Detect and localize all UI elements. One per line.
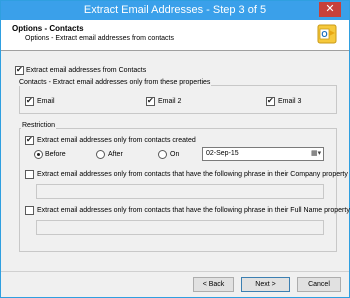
date-picker[interactable]: 02-Sep-15 ▦▾ [202, 147, 324, 161]
back-button[interactable]: < Back [193, 277, 234, 292]
on-radio[interactable] [158, 150, 167, 159]
extract-contacts-checkbox[interactable] [15, 65, 24, 75]
extract-contacts-label: Extract email addresses from Contacts [26, 67, 147, 74]
restriction-group-title: Restriction [21, 122, 57, 129]
email-label: Email [37, 98, 55, 105]
date-value: 02-Sep-15 [206, 150, 239, 157]
company-phrase-label: Extract email addresses only from contac… [37, 171, 348, 178]
page-subtitle: Options - Extract email addresses from c… [25, 35, 174, 42]
close-icon: ✕ [325, 3, 335, 15]
company-phrase-input[interactable] [36, 184, 324, 199]
wizard-header: Options - Contacts Options - Extract ema… [1, 20, 349, 51]
outlook-icon: O [317, 24, 337, 44]
company-phrase-checkbox[interactable] [25, 170, 34, 179]
before-label: Before [45, 151, 66, 158]
fullname-phrase-label: Extract email addresses only from contac… [37, 207, 350, 214]
window-title: Extract Email Addresses - Step 3 of 5 [83, 4, 267, 16]
title-bar: Extract Email Addresses - Step 3 of 5 ✕ [1, 1, 349, 20]
page-title: Options - Contacts [12, 24, 84, 33]
email3-label: Email 3 [278, 98, 302, 105]
calendar-dropdown-icon[interactable]: ▦▾ [311, 150, 321, 158]
email-checkbox[interactable] [25, 96, 34, 106]
email2-label: Email 2 [158, 98, 182, 105]
created-label: Extract email addresses only from contac… [37, 137, 196, 144]
cancel-button[interactable]: Cancel [297, 277, 341, 292]
email2-checkbox[interactable] [146, 96, 155, 106]
created-checkbox[interactable] [25, 135, 34, 145]
svg-text:O: O [321, 30, 327, 39]
close-button[interactable]: ✕ [319, 2, 341, 17]
after-label: After [108, 151, 123, 158]
wizard-window: Extract Email Addresses - Step 3 of 5 ✕ … [0, 0, 350, 298]
before-radio[interactable] [34, 150, 43, 159]
footer-divider [1, 271, 349, 272]
after-radio[interactable] [96, 150, 105, 159]
next-button[interactable]: Next > [241, 277, 290, 292]
email3-checkbox[interactable] [266, 96, 275, 106]
contacts-group-title: Contacts - Extract email addresses only … [18, 79, 212, 86]
fullname-phrase-checkbox[interactable] [25, 206, 34, 215]
on-label: On [170, 151, 180, 158]
fullname-phrase-input[interactable] [36, 220, 324, 235]
